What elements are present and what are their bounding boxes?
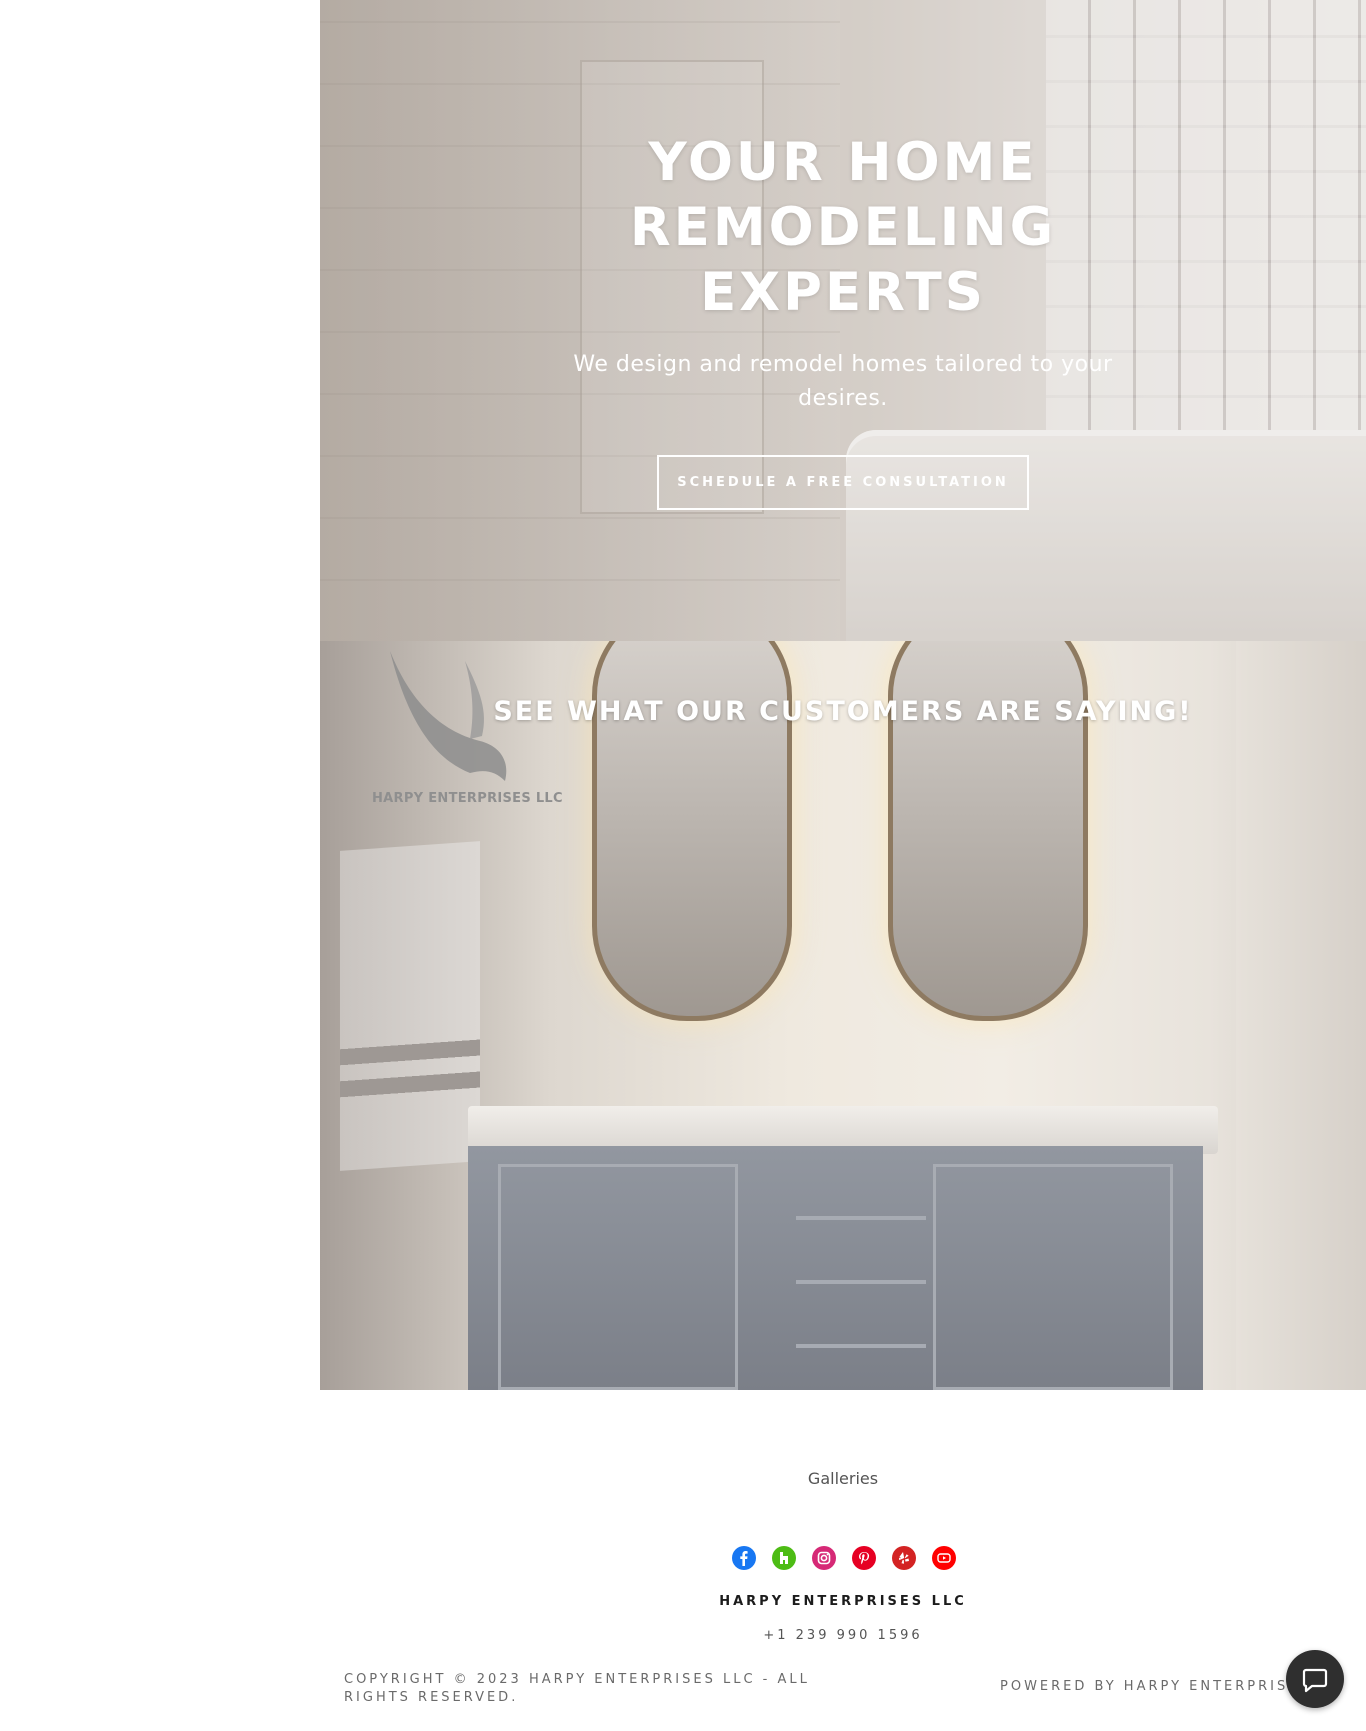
footer-nav-galleries-link[interactable]: Galleries bbox=[320, 1469, 1366, 1488]
background-vanity-drawers bbox=[796, 1156, 926, 1390]
schedule-consultation-button[interactable]: SCHEDULE A FREE CONSULTATION bbox=[657, 455, 1029, 510]
footer-phone-number[interactable]: +1 239 990 1596 bbox=[320, 1628, 1366, 1643]
footer-copyright: COPYRIGHT © 2023 HARPY ENTERPRISES LLC -… bbox=[344, 1672, 810, 1705]
youtube-icon[interactable] bbox=[932, 1546, 956, 1570]
testimonials-heading: SEE WHAT OUR CUSTOMERS ARE SAYING! bbox=[493, 696, 1193, 727]
yelp-icon[interactable] bbox=[892, 1546, 916, 1570]
logo-watermark-text: HARPY ENTERPRISES LLC bbox=[372, 791, 563, 806]
chat-button[interactable] bbox=[1286, 1650, 1344, 1708]
hero-subtitle: We design and remodel homes tailored to … bbox=[573, 352, 1113, 411]
background-vanity-cabinet bbox=[468, 1146, 1203, 1390]
background-towel bbox=[340, 841, 480, 1171]
instagram-icon[interactable] bbox=[812, 1546, 836, 1570]
houzz-icon[interactable] bbox=[772, 1546, 796, 1570]
hero-section: YOUR HOME REMODELING EXPERTS We design a… bbox=[320, 0, 1366, 641]
chat-bubble-icon bbox=[1302, 1668, 1328, 1693]
footer-company-name: HARPY ENTERPRISES LLC bbox=[719, 1594, 967, 1609]
hero-title: YOUR HOME REMODELING EXPERTS bbox=[629, 132, 1057, 323]
testimonials-section: HARPY ENTERPRISES LLC SEE WHAT OUR CUSTO… bbox=[320, 641, 1366, 1390]
background-door bbox=[1236, 641, 1366, 1390]
pinterest-icon[interactable] bbox=[852, 1546, 876, 1570]
social-links bbox=[732, 1546, 956, 1572]
facebook-icon[interactable] bbox=[732, 1546, 756, 1570]
